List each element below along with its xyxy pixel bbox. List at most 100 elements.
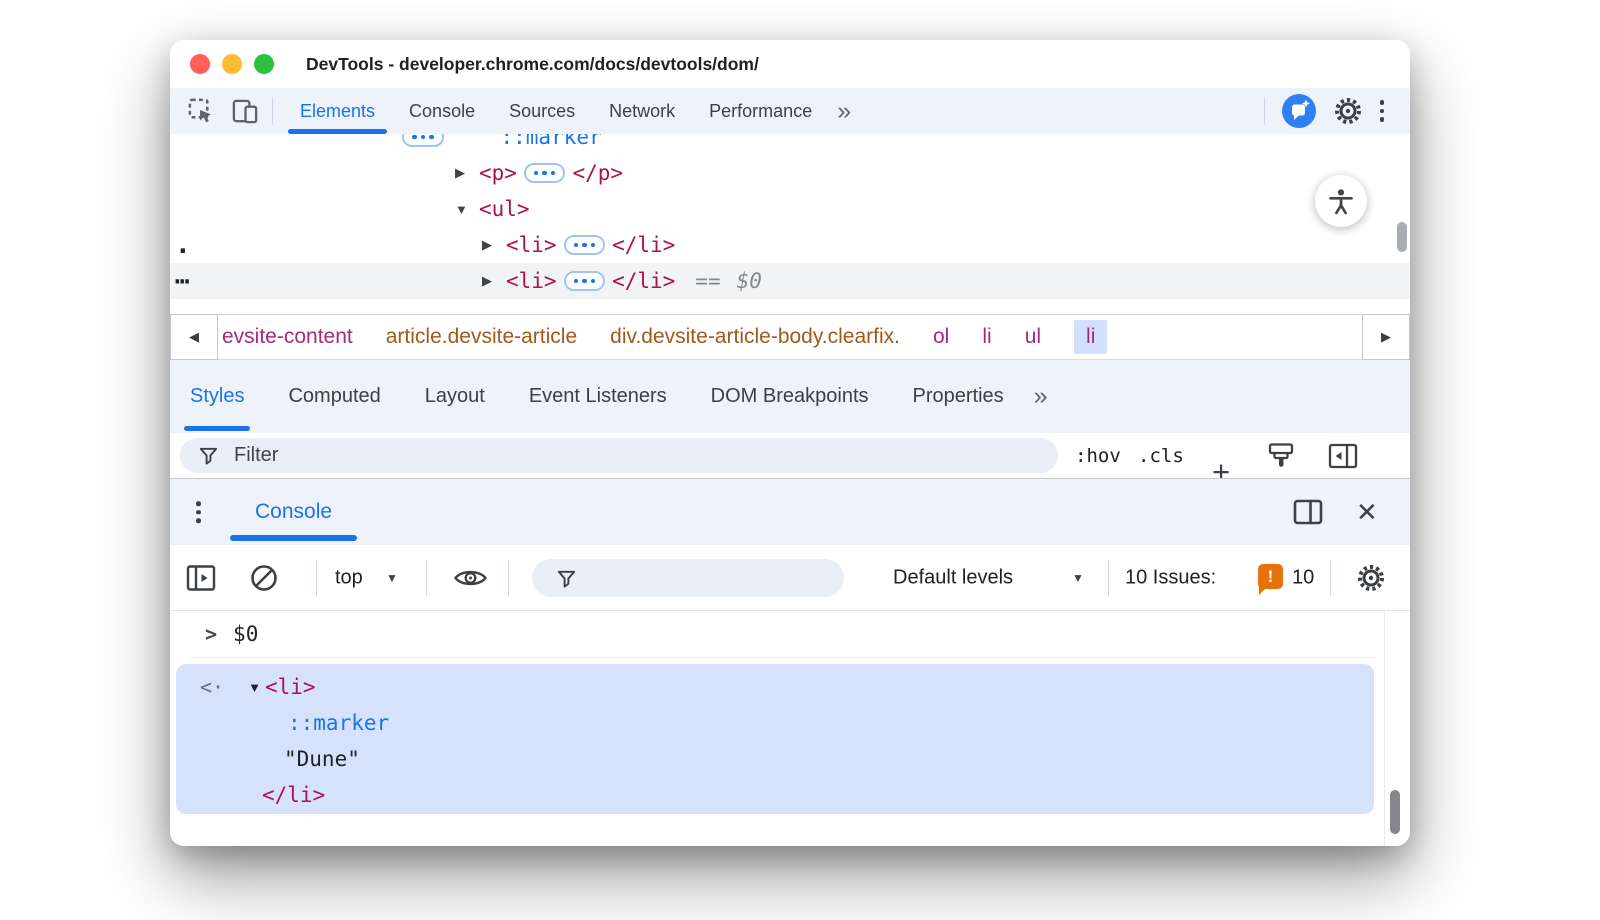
tree-row-marker-clipped[interactable]: ::marker (170, 134, 1410, 155)
drawer-tab-label: Console (255, 500, 332, 524)
gear-icon (1333, 96, 1363, 126)
tree-row-ul[interactable]: ▼ <ul> (170, 191, 1410, 227)
ellipsis-icon[interactable] (564, 235, 606, 256)
breadcrumb-item[interactable]: ul (1025, 325, 1041, 349)
log-levels-selector[interactable]: Default levels (893, 566, 1013, 589)
console-sidebar-toggle-button[interactable] (186, 564, 216, 591)
expand-arrow-icon[interactable]: ▶ (482, 237, 506, 253)
breadcrumb-item[interactable]: evsite-content (222, 325, 353, 349)
tab-console[interactable]: Console (392, 88, 492, 134)
expand-arrow-icon[interactable]: ▶ (455, 165, 479, 181)
breadcrumb-scroll-left-button[interactable]: ◀ (170, 314, 218, 360)
console-result-block[interactable]: <· ▼ <li> ::marker "Dune" </li> (176, 664, 1374, 814)
issues-count: 10 (1292, 566, 1314, 589)
tab-styles[interactable]: Styles (190, 360, 244, 433)
zoom-window-button[interactable] (254, 54, 274, 74)
result-row-close[interactable]: </li> (176, 777, 1374, 813)
tab-label: Event Listeners (529, 385, 667, 408)
drawer-menu-button[interactable] (196, 501, 201, 523)
console-command-row[interactable]: > $0 (190, 611, 1376, 658)
drawer-tab-console[interactable]: Console (255, 479, 332, 545)
settings-button[interactable] (1333, 96, 1363, 126)
result-row-text[interactable]: "Dune" (176, 741, 1374, 777)
sidebar-toggle-icon (186, 564, 216, 591)
marker-pseudo-label[interactable]: ::marker (501, 134, 602, 149)
tab-elements[interactable]: Elements (283, 88, 392, 134)
breadcrumb-item-selected[interactable]: li (1074, 320, 1107, 354)
result-row-marker[interactable]: ::marker (176, 705, 1374, 741)
main-menu-button[interactable] (1380, 100, 1385, 122)
clear-console-button[interactable] (248, 562, 280, 594)
ellipsis-icon[interactable] (564, 271, 606, 292)
tab-label: DOM Breakpoints (711, 385, 869, 408)
tab-network[interactable]: Network (592, 88, 692, 134)
tab-properties[interactable]: Properties (913, 360, 1004, 433)
ellipsis-icon[interactable] (402, 134, 444, 147)
tree-row-p[interactable]: ▶ <p> </p> (170, 155, 1410, 191)
open-tag: <li> (265, 675, 316, 699)
styles-toolbar: Filter :hov .cls + (170, 433, 1410, 478)
execution-context-selector[interactable]: top (335, 566, 363, 589)
sidebar-pane-tabs: Styles Computed Layout Event Listeners D… (170, 360, 1410, 433)
brush-icon (1266, 441, 1296, 471)
issues-link[interactable]: 10 Issues: (1125, 566, 1216, 589)
chevron-down-icon[interactable]: ▼ (1072, 571, 1084, 585)
traffic-lights (170, 54, 274, 74)
close-drawer-button[interactable]: ✕ (1356, 499, 1378, 525)
console-filter-input[interactable] (532, 559, 844, 597)
dock-sidebar-button[interactable] (1328, 443, 1358, 469)
open-tag: <li> (506, 233, 557, 257)
console-settings-button[interactable] (1356, 563, 1386, 593)
tab-performance[interactable]: Performance (692, 88, 829, 134)
rendering-emulation-button[interactable] (1266, 441, 1296, 471)
tab-computed[interactable]: Computed (288, 360, 380, 433)
console-scrollbar-track[interactable] (1384, 611, 1385, 846)
tab-label: Sources (509, 101, 575, 122)
toolbar-divider (1330, 560, 1331, 596)
tab-sources[interactable]: Sources (492, 88, 592, 134)
ellipsis-icon[interactable] (524, 163, 566, 184)
tab-label: Elements (300, 101, 375, 122)
collapse-arrow-icon[interactable]: ▼ (248, 680, 261, 695)
tab-label: Performance (709, 101, 812, 122)
more-tabs-button[interactable]: » (837, 97, 851, 126)
ai-assistant-button[interactable] (1282, 94, 1316, 128)
breadcrumb-item[interactable]: ol (933, 325, 949, 349)
console-scrollbar-thumb[interactable] (1390, 790, 1400, 834)
close-tag: </li> (612, 269, 675, 293)
drawer-header: Console ✕ (170, 478, 1410, 545)
tree-row-li-1[interactable]: . ▶ <li> </li> (170, 227, 1410, 263)
toolbar-divider (426, 560, 427, 596)
equals-sign: == (695, 269, 720, 293)
split-panel-button[interactable] (1293, 499, 1323, 525)
elements-scrollbar-thumb[interactable] (1397, 222, 1407, 252)
issues-badge-icon[interactable]: ! (1258, 564, 1283, 589)
element-classes-toggle[interactable]: .cls (1138, 445, 1184, 467)
ai-assistant-icon (1282, 94, 1316, 128)
styles-filter-input[interactable]: Filter (180, 438, 1058, 473)
breadcrumb-item[interactable]: li (982, 325, 991, 349)
close-tag: </li> (612, 233, 675, 257)
accessibility-overlay-button[interactable] (1315, 175, 1367, 227)
breadcrumb-item[interactable]: article.devsite-article (386, 325, 577, 349)
minimize-window-button[interactable] (222, 54, 242, 74)
window-title: DevTools - developer.chrome.com/docs/dev… (306, 54, 759, 75)
tab-dom-breakpoints[interactable]: DOM Breakpoints (711, 360, 869, 433)
console-toolbar: top ▼ Default levels ▼ 10 Issues: ! (170, 545, 1410, 611)
pseudo-state-toggle[interactable]: :hov (1075, 445, 1121, 467)
close-tag: </li> (262, 783, 325, 807)
tab-event-listeners[interactable]: Event Listeners (529, 360, 667, 433)
breadcrumb-item[interactable]: div.devsite-article-body.clearfix. (610, 325, 900, 349)
tree-row-li-2-selected[interactable]: ⋯ ▶ <li> </li> == $0 (170, 263, 1410, 299)
more-pane-tabs-button[interactable]: » (1034, 382, 1048, 411)
close-window-button[interactable] (190, 54, 210, 74)
device-toolbar-button[interactable] (230, 96, 260, 126)
live-expression-button[interactable] (453, 565, 488, 590)
collapse-arrow-icon[interactable]: ▼ (455, 202, 479, 217)
breadcrumb-scroll-right-button[interactable]: ▶ (1362, 314, 1410, 360)
result-row-open[interactable]: <· ▼ <li> (176, 669, 1374, 705)
chevron-down-icon[interactable]: ▼ (386, 571, 398, 585)
inspect-element-button[interactable] (186, 96, 216, 126)
tab-layout[interactable]: Layout (425, 360, 485, 433)
expand-arrow-icon[interactable]: ▶ (482, 273, 506, 289)
